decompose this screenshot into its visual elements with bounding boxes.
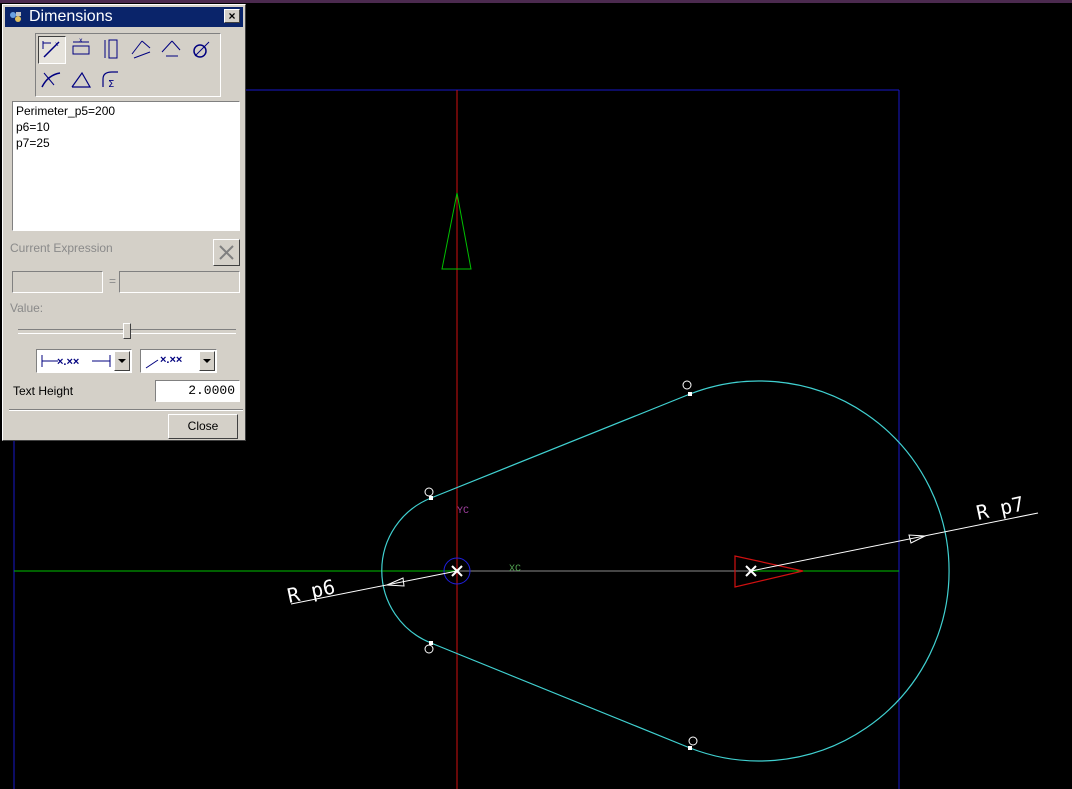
- chevron-down-icon[interactable]: [114, 351, 130, 371]
- vertical-dimension-icon[interactable]: [98, 36, 126, 64]
- leader-style-icon: ×.××: [145, 354, 182, 369]
- close-button[interactable]: Close: [168, 414, 238, 439]
- value-slider-thumb[interactable]: [123, 323, 131, 339]
- inferred-dimension-icon[interactable]: x: [38, 36, 66, 64]
- leader-dropdown[interactable]: ×.××: [140, 349, 217, 373]
- dimensions-dialog[interactable]: Dimensions × x x Σ Perimeter_p5=200 p6=1…: [2, 4, 246, 441]
- placement-option-text: ×.××: [57, 356, 79, 368]
- dialog-close-icon[interactable]: ×: [224, 9, 240, 23]
- horizontal-dimension-icon[interactable]: x: [68, 36, 96, 64]
- radius-small-label[interactable]: R p6: [285, 574, 337, 607]
- chevron-down-icon[interactable]: [199, 351, 215, 371]
- dialog-titlebar[interactable]: Dimensions ×: [5, 7, 243, 27]
- radius-dimension-icon[interactable]: [38, 67, 66, 95]
- yc-label: YC: [457, 506, 469, 517]
- equals-sign: =: [109, 274, 117, 288]
- leader-option-text: ×.××: [160, 354, 182, 366]
- perpendicular-dimension-icon[interactable]: [158, 36, 186, 64]
- radius-dimension-large[interactable]: [750, 512, 1039, 572]
- xc-label: XC: [509, 564, 521, 575]
- expression-name-field[interactable]: [12, 271, 103, 293]
- value-label: Value:: [10, 301, 44, 315]
- placement-style-icon: ×.××: [41, 355, 111, 368]
- svg-text:x: x: [79, 37, 83, 44]
- perimeter-dimension-icon[interactable]: Σ: [98, 67, 126, 95]
- radius-large-label[interactable]: R p7: [974, 491, 1026, 524]
- close-icon: [219, 245, 234, 260]
- dialog-app-icon: [10, 12, 21, 22]
- text-height-label: Text Height: [13, 384, 74, 398]
- list-item[interactable]: p7=25: [16, 135, 236, 151]
- svg-text:x: x: [55, 41, 59, 48]
- svg-text:Σ: Σ: [108, 79, 114, 90]
- text-height-input[interactable]: 2.0000: [155, 380, 240, 402]
- diameter-dimension-icon[interactable]: [188, 36, 216, 64]
- angular-dimension-icon[interactable]: [68, 67, 96, 95]
- expression-list[interactable]: Perimeter_p5=200 p6=10 p7=25: [12, 101, 240, 231]
- parallel-dimension-icon[interactable]: [128, 36, 156, 64]
- current-expression-label: Current Expression: [10, 241, 113, 255]
- expression-value-field[interactable]: [119, 271, 240, 293]
- dimension-type-toolbar: x x Σ: [35, 33, 221, 97]
- divider: [9, 409, 243, 411]
- delete-expression-button[interactable]: [213, 239, 240, 266]
- list-item[interactable]: Perimeter_p5=200: [16, 103, 236, 119]
- constraint-markers: [424, 380, 698, 746]
- dialog-title: Dimensions: [29, 8, 113, 25]
- list-item[interactable]: p6=10: [16, 119, 236, 135]
- placement-dropdown[interactable]: ×.××: [36, 349, 132, 373]
